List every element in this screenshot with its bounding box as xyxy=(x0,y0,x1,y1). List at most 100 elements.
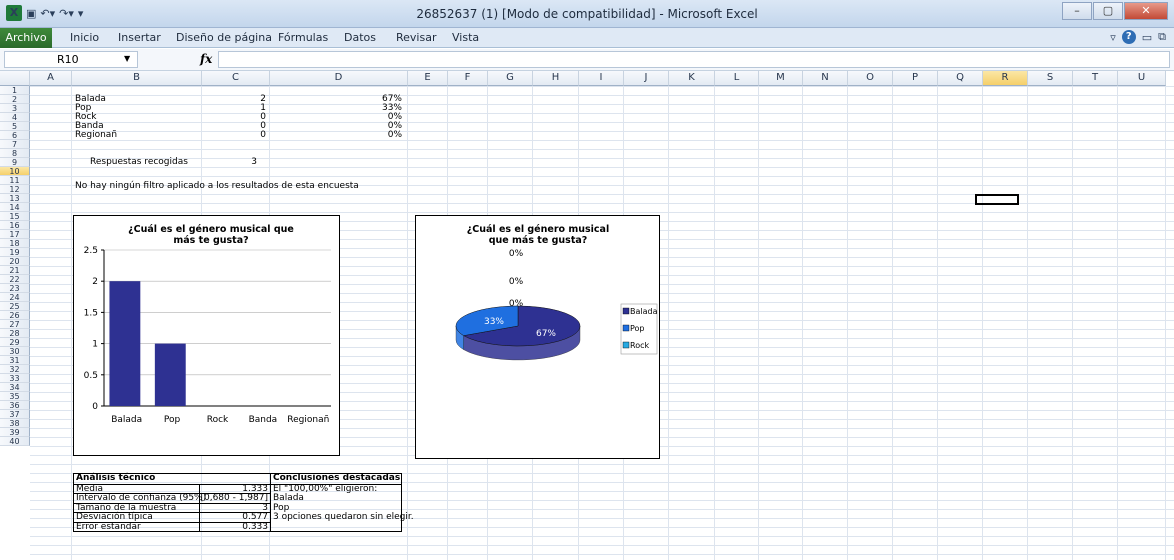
column-header-g[interactable]: G xyxy=(488,71,533,86)
bar-chart[interactable]: ¿Cuál es el género musical que más te gu… xyxy=(73,215,340,456)
row-header-32[interactable]: 32 xyxy=(0,365,30,374)
row-header-34[interactable]: 34 xyxy=(0,383,30,392)
row-header-19[interactable]: 19 xyxy=(0,248,30,257)
analysis-right-header: Conclusiones destacadas xyxy=(273,473,401,483)
row-header-38[interactable]: 38 xyxy=(0,419,30,428)
row-header-24[interactable]: 24 xyxy=(0,293,30,302)
column-header-j[interactable]: J xyxy=(624,71,669,86)
tab-insertar[interactable]: Insertar xyxy=(118,31,161,44)
tab-vista[interactable]: Vista xyxy=(452,31,479,44)
row-header-20[interactable]: 20 xyxy=(0,257,30,266)
pie-legend-label: Rock xyxy=(630,341,649,350)
row-header-8[interactable]: 8 xyxy=(0,149,30,158)
row-header-2[interactable]: 2 xyxy=(0,95,30,104)
response-count: 0 xyxy=(260,130,266,140)
column-gridline xyxy=(937,86,938,560)
row-header-21[interactable]: 21 xyxy=(0,266,30,275)
column-header-h[interactable]: H xyxy=(533,71,579,86)
name-box[interactable]: R10 xyxy=(4,51,138,68)
bar-y-tick-label: 0.5 xyxy=(84,371,98,381)
select-all-corner[interactable] xyxy=(0,71,30,86)
row-header-36[interactable]: 36 xyxy=(0,401,30,410)
close-button[interactable]: ✕ xyxy=(1124,2,1168,20)
bar-category-label: Pop xyxy=(164,415,181,425)
row-header-31[interactable]: 31 xyxy=(0,356,30,365)
name-box-dropdown-icon[interactable]: ▼ xyxy=(124,54,130,63)
column-header-l[interactable]: L xyxy=(715,71,759,86)
column-header-b[interactable]: B xyxy=(72,71,202,86)
column-header-u[interactable]: U xyxy=(1118,71,1166,86)
row-header-35[interactable]: 35 xyxy=(0,392,30,401)
column-header-n[interactable]: N xyxy=(803,71,848,86)
column-header-k[interactable]: K xyxy=(669,71,715,86)
pie-chart[interactable]: ¿Cuál es el género musical que más te gu… xyxy=(415,215,660,459)
row-header-15[interactable]: 15 xyxy=(0,212,30,221)
column-header-e[interactable]: E xyxy=(408,71,448,86)
row-header-14[interactable]: 14 xyxy=(0,203,30,212)
column-header-c[interactable]: C xyxy=(202,71,270,86)
minimize-button[interactable]: – xyxy=(1062,2,1092,20)
row-header-28[interactable]: 28 xyxy=(0,329,30,338)
insert-function-icon[interactable]: fx xyxy=(200,52,212,66)
conclusion-text: Balada xyxy=(273,493,304,503)
column-header-r[interactable]: R xyxy=(983,71,1028,86)
row-header-12[interactable]: 12 xyxy=(0,185,30,194)
row-header-1[interactable]: 1 xyxy=(0,86,30,95)
window-minimize-icon[interactable]: ▭ xyxy=(1142,31,1152,44)
bar-y-tick-label: 2 xyxy=(92,277,98,287)
row-header-7[interactable]: 7 xyxy=(0,140,30,149)
tab-revisar[interactable]: Revisar xyxy=(396,31,436,44)
row-header-4[interactable]: 4 xyxy=(0,113,30,122)
ribbon-collapse-icon[interactable]: ▿ xyxy=(1110,31,1116,44)
row-header-30[interactable]: 30 xyxy=(0,347,30,356)
row-header-39[interactable]: 39 xyxy=(0,428,30,437)
total-label: Respuestas recogidas xyxy=(90,157,188,167)
row-header-10[interactable]: 10 xyxy=(0,167,30,176)
column-header-s[interactable]: S xyxy=(1028,71,1073,86)
row-header-22[interactable]: 22 xyxy=(0,275,30,284)
ribbon-tabs: Archivo Inicio Insertar Diseño de página… xyxy=(0,28,1174,48)
column-header-m[interactable]: M xyxy=(759,71,803,86)
row-header-18[interactable]: 18 xyxy=(0,239,30,248)
tab-datos[interactable]: Datos xyxy=(344,31,376,44)
row-header-27[interactable]: 27 xyxy=(0,320,30,329)
row-header-9[interactable]: 9 xyxy=(0,158,30,167)
row-header-37[interactable]: 37 xyxy=(0,410,30,419)
column-header-t[interactable]: T xyxy=(1073,71,1118,86)
window-restore-icon[interactable]: ⧉ xyxy=(1158,30,1166,44)
pie-chart-svg: 67% 33% 0% 0% 0% Balada Pop Rock xyxy=(455,249,658,361)
row-header-29[interactable]: 29 xyxy=(0,338,30,347)
column-header-o[interactable]: O xyxy=(848,71,893,86)
analysis-row-value: 0.333 xyxy=(242,521,268,532)
tab-formulas[interactable]: Fórmulas xyxy=(278,31,328,44)
row-header-26[interactable]: 26 xyxy=(0,311,30,320)
formula-input[interactable] xyxy=(218,51,1170,68)
row-header-16[interactable]: 16 xyxy=(0,221,30,230)
row-header-33[interactable]: 33 xyxy=(0,374,30,383)
row-header-25[interactable]: 25 xyxy=(0,302,30,311)
row-header-11[interactable]: 11 xyxy=(0,176,30,185)
row-header-40[interactable]: 40 xyxy=(0,437,30,446)
column-header-p[interactable]: P xyxy=(893,71,938,86)
active-cell-r10[interactable] xyxy=(975,194,1019,205)
row-header-17[interactable]: 17 xyxy=(0,230,30,239)
tab-archivo[interactable]: Archivo xyxy=(0,28,52,48)
column-header-a[interactable]: A xyxy=(30,71,72,86)
maximize-button[interactable]: ▢ xyxy=(1093,2,1123,20)
tab-diseno-de-pagina[interactable]: Diseño de página xyxy=(176,31,272,44)
column-header-q[interactable]: Q xyxy=(938,71,983,86)
row-header-6[interactable]: 6 xyxy=(0,131,30,140)
column-header-f[interactable]: F xyxy=(448,71,488,86)
row-header-23[interactable]: 23 xyxy=(0,284,30,293)
bar-y-tick-label: 1.5 xyxy=(84,308,98,318)
row-header-13[interactable]: 13 xyxy=(0,194,30,203)
row-header-3[interactable]: 3 xyxy=(0,104,30,113)
pie-data-label: 33% xyxy=(484,317,504,327)
column-header-i[interactable]: I xyxy=(579,71,624,86)
bar-category-label: Banda xyxy=(249,415,278,425)
pie-legend-label: Pop xyxy=(630,324,645,333)
row-header-5[interactable]: 5 xyxy=(0,122,30,131)
tab-inicio[interactable]: Inicio xyxy=(70,31,99,44)
help-icon[interactable]: ? xyxy=(1121,30,1136,44)
column-header-d[interactable]: D xyxy=(270,71,408,86)
